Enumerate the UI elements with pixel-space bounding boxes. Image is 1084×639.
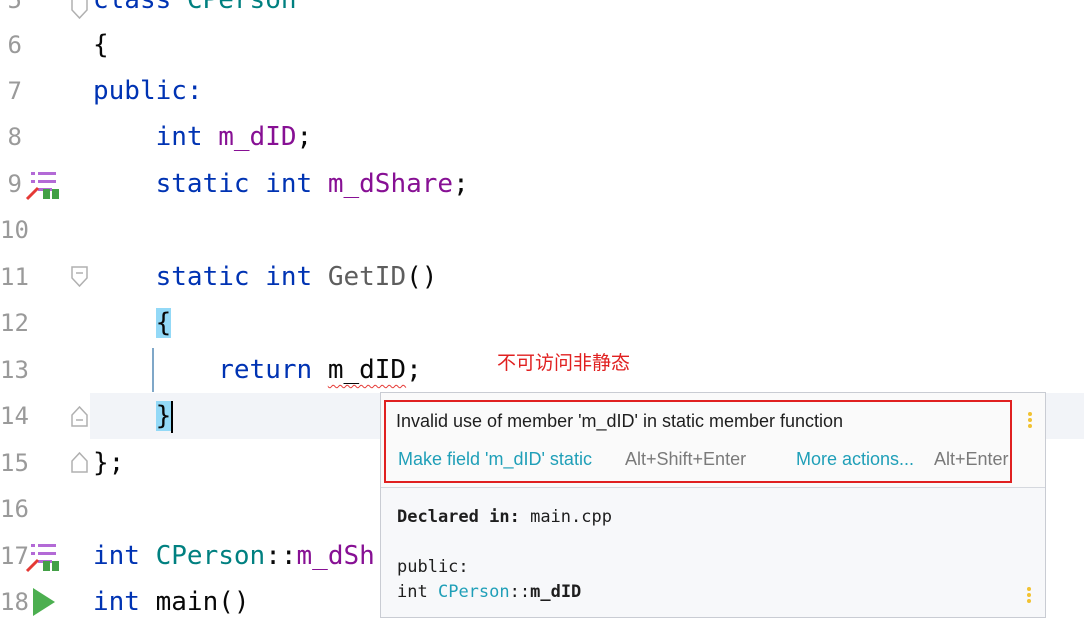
- fix-shortcut: Alt+Shift+Enter: [625, 449, 747, 469]
- code-token: ;: [406, 355, 422, 385]
- error-popup: Invalid use of member 'm_dID' in static …: [380, 392, 1046, 618]
- code-token: int: [93, 541, 140, 571]
- code-token: GetID: [327, 262, 407, 292]
- code-token: ;: [296, 122, 313, 152]
- more-shortcut: Alt+Enter: [934, 449, 1009, 469]
- code-token: static: [155, 169, 250, 199]
- code-line[interactable]: class CPerson: [93, 0, 1084, 23]
- fold-marker-icon[interactable]: [71, 266, 88, 288]
- error-token[interactable]: m_dID: [328, 355, 406, 385]
- line-number: 17: [0, 542, 29, 570]
- more-actions: More actions...: [796, 449, 914, 470]
- line-number: 6: [7, 31, 22, 59]
- line-number: 5: [7, 0, 22, 14]
- fold-marker-icon[interactable]: [71, 451, 88, 473]
- line-number: 7: [7, 77, 22, 105]
- code-token: m_dSh: [296, 541, 375, 571]
- decl-sep: ::: [509, 582, 531, 602]
- code-token: int: [93, 587, 140, 617]
- more-actions-link[interactable]: More actions...: [796, 449, 914, 469]
- fold-marker-icon[interactable]: [71, 405, 88, 427]
- fix-action: Make field 'm_dID' static: [398, 449, 592, 470]
- code-line[interactable]: {: [93, 22, 1084, 68]
- code-token: CPerson: [155, 541, 266, 571]
- code-token: m_dShare: [327, 169, 454, 199]
- code-token: static: [155, 262, 250, 292]
- kebab-menu-icon[interactable]: [1028, 412, 1032, 430]
- code-token: m_dID: [218, 122, 297, 152]
- line-number: 15: [0, 449, 29, 477]
- code-token: int: [155, 122, 203, 152]
- code-token: main: [155, 587, 219, 617]
- line-number: 12: [0, 309, 29, 337]
- implementations-icon[interactable]: [25, 169, 63, 203]
- matched-brace: {: [155, 308, 172, 338]
- run-icon[interactable]: [31, 587, 57, 617]
- declared-label: Declared in:: [397, 507, 520, 527]
- matched-brace: }: [155, 401, 172, 431]
- code-token: public:: [93, 76, 203, 106]
- code-token: int: [265, 262, 313, 292]
- decl-kw: int: [397, 582, 428, 602]
- editor-gutter: 5 6 7 8 9 10 11 12 13 14 15 16 17 18: [0, 0, 90, 639]
- text-caret: [171, 400, 174, 433]
- code-line[interactable]: static int m_dShare;: [93, 161, 1084, 207]
- annotation-note: 不可访问非静态: [497, 352, 631, 374]
- make-static-link[interactable]: Make field 'm_dID' static: [398, 449, 592, 469]
- line-number: 10: [0, 216, 29, 244]
- code-line[interactable]: int m_dID;: [93, 114, 1084, 160]
- code-token: (): [218, 587, 250, 617]
- line-number: 8: [7, 123, 22, 151]
- code-token: CPerson: [171, 0, 297, 15]
- popup-header: Invalid use of member 'm_dID' in static …: [381, 393, 1045, 488]
- kebab-menu-icon[interactable]: [1027, 587, 1031, 605]
- line-number: 16: [0, 495, 29, 523]
- line-number: 11: [0, 263, 29, 291]
- code-token: int: [265, 169, 313, 199]
- code-token: };: [93, 448, 125, 478]
- line-number: 13: [0, 356, 29, 384]
- code-line[interactable]: public:: [93, 68, 1084, 114]
- code-token: (): [406, 262, 438, 292]
- decl-type[interactable]: CPerson: [438, 582, 510, 602]
- code-token: class: [93, 0, 172, 15]
- code-token: {: [93, 30, 109, 60]
- code-token: ;: [453, 169, 469, 199]
- decl-access: public:: [397, 557, 469, 577]
- decl-member: m_dID: [530, 582, 582, 602]
- code-token: ::: [265, 541, 297, 571]
- error-message: Invalid use of member 'm_dID' in static …: [396, 411, 844, 431]
- code-line[interactable]: static int GetID(): [93, 254, 1084, 300]
- declared-file: main.cpp: [530, 507, 612, 527]
- code-line[interactable]: {: [93, 300, 1084, 346]
- line-number: 18: [0, 588, 29, 616]
- implementations-icon[interactable]: [25, 541, 63, 575]
- fold-marker-icon[interactable]: [71, 0, 88, 20]
- code-token: return: [218, 355, 313, 385]
- line-number: 14: [0, 402, 29, 430]
- line-number: 9: [7, 170, 22, 198]
